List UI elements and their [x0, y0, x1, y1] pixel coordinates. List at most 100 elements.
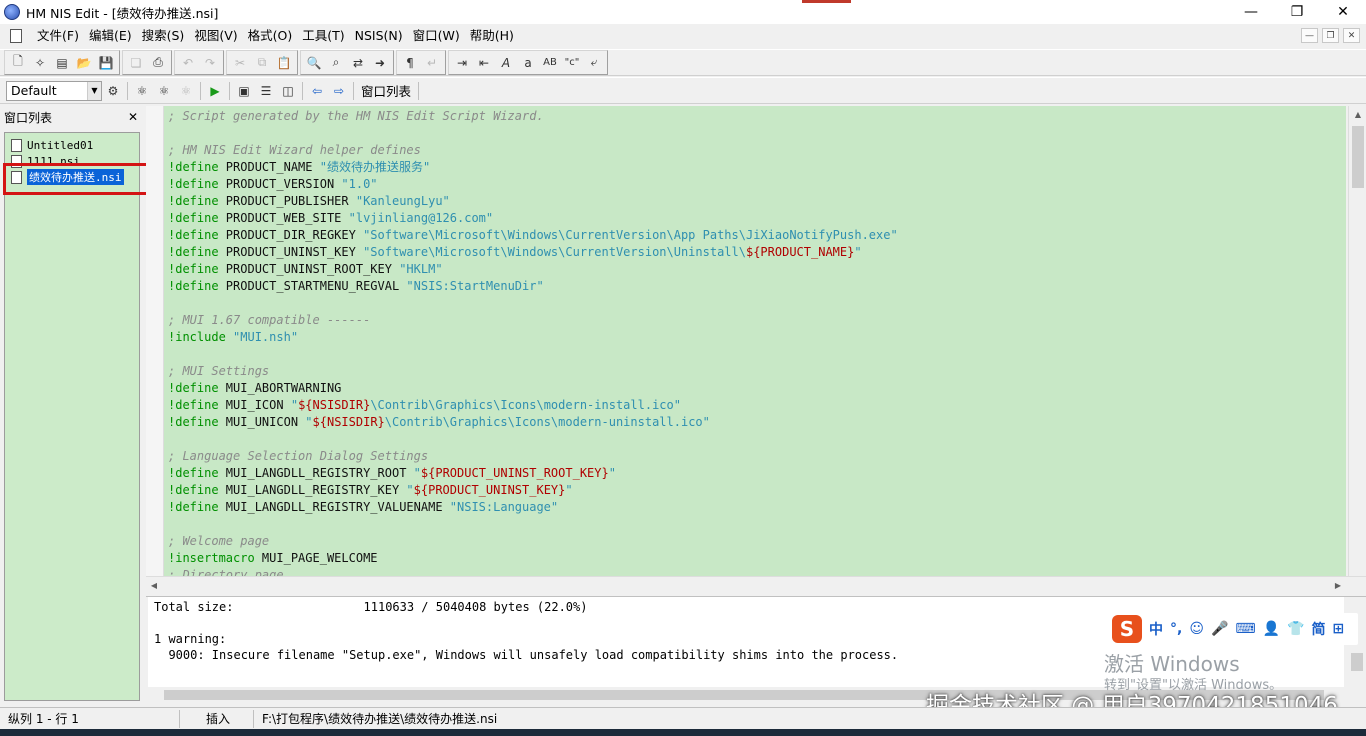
nsis-toolbar: Default ▼ ⚙ ⚛ ⚛ ⚛ ▶ ▣ ☰ ◫ ⇦ ⇨ 窗口列表	[0, 77, 1366, 104]
comment-icon[interactable]: ⤶	[583, 52, 605, 74]
find-icon[interactable]: 🔍	[303, 52, 325, 74]
run-icon[interactable]: ▶	[204, 80, 226, 102]
undo-icon[interactable]: ↶	[177, 52, 199, 74]
code-line: !define MUI_LANGDLL_REGISTRY_ROOT "${PRO…	[164, 465, 1346, 482]
file-list: Untitled01 1111.nsi 绩效待办推送.nsi	[4, 132, 140, 701]
ime-skin-icon[interactable]: 👕	[1287, 621, 1304, 637]
ime-toolbox-icon[interactable]: ⊞	[1332, 621, 1344, 637]
close-button[interactable]: ✕	[1320, 0, 1366, 24]
code-token: !define	[168, 483, 219, 497]
cascade-icon[interactable]: ▣	[233, 80, 255, 102]
code-line: !define PRODUCT_NAME "绩效待办推送服务"	[164, 159, 1346, 176]
tile-horizontal-icon[interactable]: ☰	[255, 80, 277, 102]
wizard-icon[interactable]: ✧	[29, 52, 51, 74]
mdi-minimize-button[interactable]: —	[1301, 28, 1318, 43]
code-token: MUI_LANGDLL_REGISTRY_VALUENAME	[218, 500, 450, 514]
redo-icon[interactable]: ↷	[199, 52, 221, 74]
code-token: "	[406, 483, 414, 497]
compile-icon[interactable]: ⚛	[131, 80, 153, 102]
code-token: !define	[168, 194, 219, 208]
ime-simplified-mode[interactable]: 简	[1311, 619, 1325, 639]
code-line: !define PRODUCT_WEB_SITE "lvjinliang@126…	[164, 210, 1346, 227]
list-item[interactable]: Untitled01	[5, 137, 139, 153]
code-token: ${PRODUCT_UNINST_ROOT_KEY}	[420, 466, 609, 480]
template-icon[interactable]: ▤	[51, 52, 73, 74]
indent-icon[interactable]: ⇥	[451, 52, 473, 74]
compile-run-icon[interactable]: ⚛	[153, 80, 175, 102]
scroll-up-icon[interactable]: ▲	[1349, 106, 1366, 122]
paste-icon[interactable]: 📋	[273, 52, 295, 74]
stop-compile-icon[interactable]: ⚛	[175, 80, 197, 102]
code-token: !define	[168, 500, 219, 514]
code-token: PRODUCT_VERSION	[218, 177, 342, 191]
new-file-icon[interactable]: 🗋	[7, 52, 29, 74]
menu-help[interactable]: 帮助(H)	[465, 24, 519, 48]
code-token: "NSIS:StartMenuDir"	[406, 279, 544, 293]
ime-user-icon[interactable]: 👤	[1263, 621, 1280, 637]
find-next-icon[interactable]: ⌕	[325, 52, 347, 74]
panel-close-icon[interactable]: ✕	[128, 110, 138, 124]
uppercase-icon[interactable]: A	[495, 52, 517, 74]
insert-mode: 插入	[180, 709, 254, 728]
minimize-button[interactable]: —	[1228, 0, 1274, 24]
lowercase-icon[interactable]: a	[517, 52, 539, 74]
save-all-icon[interactable]: ❏	[125, 52, 147, 74]
editor-text-area[interactable]: ; Script generated by the HM NIS Edit Sc…	[164, 106, 1346, 576]
code-token: ; Script generated by the HM NIS Edit Sc…	[168, 109, 544, 123]
title-bar: HM NIS Edit - [绩效待办推送.nsi] — ❐ ✕	[0, 0, 1366, 24]
scheme-select[interactable]: Default ▼	[6, 80, 102, 101]
code-line: !define PRODUCT_STARTMENU_REGVAL "NSIS:S…	[164, 278, 1346, 295]
previous-window-icon[interactable]: ⇦	[306, 80, 328, 102]
copy-icon[interactable]: ⧉	[251, 52, 273, 74]
menu-tools[interactable]: 工具(T)	[297, 24, 349, 48]
save-icon[interactable]: 💾	[95, 52, 117, 74]
print-icon[interactable]: ⎙	[147, 52, 169, 74]
annotation-highlight-box	[3, 163, 160, 195]
scroll-thumb[interactable]	[1351, 653, 1363, 671]
mdi-close-button[interactable]: ✕	[1343, 28, 1360, 43]
window-list-button[interactable]: 窗口列表	[357, 81, 415, 100]
ime-emoji-icon[interactable]: ☺	[1189, 621, 1204, 637]
tile-vertical-icon[interactable]: ◫	[277, 80, 299, 102]
editor-horizontal-scrollbar[interactable]: ◀ ▶	[146, 576, 1366, 592]
outdent-icon[interactable]: ⇤	[473, 52, 495, 74]
paragraph-icon[interactable]: ¶	[399, 52, 421, 74]
scroll-right-icon[interactable]: ▶	[1330, 577, 1346, 593]
code-token: PRODUCT_UNINST_KEY	[218, 245, 364, 259]
scroll-left-icon[interactable]: ◀	[146, 577, 162, 593]
replace-icon[interactable]: ⇄	[347, 52, 369, 74]
open-folder-icon[interactable]: 📂	[73, 52, 95, 74]
quote-icon[interactable]: "c"	[561, 52, 583, 74]
ime-voice-icon[interactable]: 🎤	[1211, 621, 1228, 637]
code-token: ; Directory page	[168, 568, 284, 576]
maximize-button[interactable]: ❐	[1274, 0, 1320, 24]
menu-edit[interactable]: 编辑(E)	[84, 24, 137, 48]
cut-icon[interactable]: ✂	[229, 52, 251, 74]
scheme-settings-icon[interactable]: ⚙	[102, 80, 124, 102]
menu-view[interactable]: 视图(V)	[189, 24, 242, 48]
menu-format[interactable]: 格式(O)	[243, 24, 298, 48]
sogou-logo-icon[interactable]: S	[1112, 615, 1142, 643]
goto-icon[interactable]: ➜	[369, 52, 391, 74]
code-line: !insertmacro MUI_PAGE_WELCOME	[164, 550, 1346, 567]
mdi-controls: — ❐ ✕	[1301, 28, 1360, 43]
scroll-thumb[interactable]	[1352, 126, 1364, 188]
editor-vertical-scrollbar[interactable]: ▲	[1348, 106, 1366, 576]
menu-window[interactable]: 窗口(W)	[408, 24, 465, 48]
file-name: Untitled01	[27, 138, 94, 152]
top-red-marker	[802, 0, 851, 3]
ime-keyboard-icon[interactable]: ⌨	[1235, 621, 1255, 637]
chevron-down-icon[interactable]: ▼	[87, 81, 101, 100]
menu-nsis[interactable]: NSIS(N)	[350, 24, 408, 48]
wrap-icon[interactable]: ↵	[421, 52, 443, 74]
mdi-restore-button[interactable]: ❐	[1322, 28, 1339, 43]
code-token: ; MUI 1.67 compatible ------	[168, 313, 371, 327]
menu-file[interactable]: 文件(F)	[32, 24, 84, 48]
menu-search[interactable]: 搜索(S)	[137, 24, 190, 48]
code-token: PRODUCT_WEB_SITE	[218, 211, 349, 225]
toggle-case-icon[interactable]: AB	[539, 52, 561, 74]
ime-punctuation-icon[interactable]: °,	[1170, 621, 1182, 637]
next-window-icon[interactable]: ⇨	[328, 80, 350, 102]
ime-chinese-mode[interactable]: 中	[1149, 619, 1163, 639]
